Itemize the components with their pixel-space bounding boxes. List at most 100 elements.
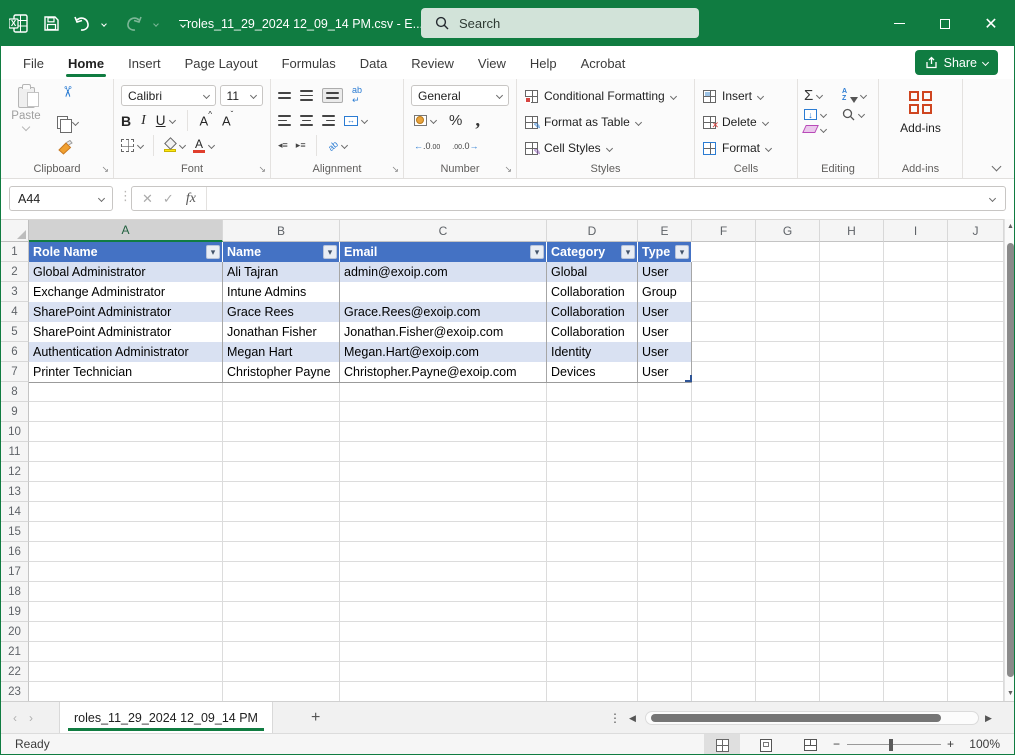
- align-right-icon[interactable]: [322, 115, 335, 125]
- middle-align-icon[interactable]: [300, 90, 313, 100]
- accounting-format-button[interactable]: [414, 115, 436, 126]
- row-header-18[interactable]: 18: [1, 582, 29, 602]
- undo-icon[interactable]: [67, 1, 97, 46]
- cell[interactable]: User: [638, 322, 692, 342]
- filter-button[interactable]: ▾: [323, 245, 337, 259]
- ribbon-tab-review[interactable]: Review: [407, 49, 458, 77]
- row-header-8[interactable]: 8: [1, 382, 29, 402]
- select-all-corner[interactable]: [1, 220, 29, 242]
- ribbon-tab-file[interactable]: File: [19, 49, 48, 77]
- close-icon[interactable]: ✕: [968, 1, 1014, 46]
- percent-style-icon[interactable]: %: [449, 112, 462, 129]
- ribbon-tab-acrobat[interactable]: Acrobat: [577, 49, 630, 77]
- cell[interactable]: Grace Rees: [223, 302, 340, 322]
- increase-decimal-icon[interactable]: ←←.00.0.00: [414, 141, 440, 151]
- sort-filter-button[interactable]: AZ: [842, 88, 872, 103]
- column-header-I[interactable]: I: [884, 220, 948, 242]
- font-size-select[interactable]: 11: [220, 85, 263, 106]
- redo-icon[interactable]: [119, 1, 149, 46]
- cell[interactable]: Grace.Rees@exoip.com: [340, 302, 547, 322]
- decrease-decimal-icon[interactable]: .00.0→: [452, 141, 478, 151]
- column-header-B[interactable]: B: [223, 220, 340, 242]
- decrease-font-size-button[interactable]: Aˇ: [222, 113, 233, 128]
- comma-style-icon[interactable]: ,: [475, 116, 480, 126]
- cell[interactable]: Christopher Payne: [223, 362, 340, 382]
- column-header-E[interactable]: E: [638, 220, 692, 242]
- row-header-15[interactable]: 15: [1, 522, 29, 542]
- column-header-J[interactable]: J: [948, 220, 1004, 242]
- cell[interactable]: Collaboration: [547, 302, 638, 322]
- decrease-indent-icon[interactable]: ◂≡: [278, 140, 287, 151]
- row-header-7[interactable]: 7: [1, 362, 29, 382]
- zoom-in-button[interactable]: +: [947, 737, 954, 751]
- cancel-icon[interactable]: ✕: [142, 191, 153, 207]
- wrap-text-icon[interactable]: ab↵: [352, 85, 362, 106]
- zoom-slider-handle[interactable]: [889, 739, 893, 751]
- column-header-H[interactable]: H: [820, 220, 884, 242]
- sheet-tab[interactable]: roles_11_29_2024 12_09_14 PM: [59, 702, 273, 733]
- conditional-formatting-button[interactable]: Conditional Formatting: [521, 83, 690, 109]
- align-left-icon[interactable]: [278, 115, 291, 125]
- save-icon[interactable]: [35, 1, 67, 46]
- minimize-icon[interactable]: [876, 1, 922, 46]
- row-header-21[interactable]: 21: [1, 642, 29, 662]
- view-page-break-button[interactable]: [792, 734, 828, 755]
- row-header-11[interactable]: 11: [1, 442, 29, 462]
- dialog-launcher-icon[interactable]: ↘: [258, 164, 266, 175]
- cell[interactable]: User: [638, 362, 692, 382]
- find-select-button[interactable]: [842, 108, 872, 121]
- cell[interactable]: Christopher.Payne@exoip.com: [340, 362, 547, 382]
- row-header-20[interactable]: 20: [1, 622, 29, 642]
- filter-button[interactable]: ▾: [675, 245, 689, 259]
- filter-button[interactable]: ▾: [206, 245, 220, 259]
- next-sheet-icon[interactable]: ›: [29, 711, 45, 725]
- filter-button[interactable]: ▾: [621, 245, 635, 259]
- row-header-4[interactable]: 4: [1, 302, 29, 322]
- scroll-left-icon[interactable]: ◀: [629, 711, 636, 725]
- horizontal-scrollbar[interactable]: [645, 711, 979, 725]
- cell[interactable]: Megan.Hart@exoip.com: [340, 342, 547, 362]
- row-header-22[interactable]: 22: [1, 662, 29, 682]
- merge-center-button[interactable]: ↔: [344, 116, 367, 126]
- scroll-right-icon[interactable]: ▶: [985, 711, 992, 725]
- delete-cells-button[interactable]: ✕ Delete: [699, 109, 793, 135]
- row-header-17[interactable]: 17: [1, 562, 29, 582]
- ribbon-tab-insert[interactable]: Insert: [124, 49, 165, 77]
- excel-app-icon[interactable]: X: [1, 1, 35, 46]
- share-button[interactable]: Share: [915, 50, 998, 75]
- dialog-launcher-icon[interactable]: ↘: [504, 164, 512, 175]
- cell[interactable]: Ali Tajran: [223, 262, 340, 282]
- row-header-1[interactable]: 1: [1, 242, 29, 262]
- table-header-cell-name[interactable]: Name▾: [223, 242, 340, 262]
- cell[interactable]: Jonathan Fisher: [223, 322, 340, 342]
- cell[interactable]: Exchange Administrator: [29, 282, 223, 302]
- clear-button[interactable]: [804, 125, 832, 133]
- cell[interactable]: Authentication Administrator: [29, 342, 223, 362]
- ribbon-tab-home[interactable]: Home: [64, 49, 108, 77]
- bottom-align-icon[interactable]: [322, 88, 343, 102]
- new-sheet-button[interactable]: +: [273, 709, 320, 727]
- cell[interactable]: Printer Technician: [29, 362, 223, 382]
- ribbon-tab-help[interactable]: Help: [526, 49, 561, 77]
- row-header-2[interactable]: 2: [1, 262, 29, 282]
- borders-icon[interactable]: [121, 139, 134, 152]
- top-align-icon[interactable]: [278, 92, 291, 98]
- cell[interactable]: Collaboration: [547, 322, 638, 342]
- cell[interactable]: admin@exoip.com: [340, 262, 547, 282]
- ribbon-tab-formulas[interactable]: Formulas: [278, 49, 340, 77]
- search-input[interactable]: Search: [421, 8, 699, 38]
- cell[interactable]: Megan Hart: [223, 342, 340, 362]
- copy-icon[interactable]: [57, 116, 68, 129]
- underline-button[interactable]: U: [156, 113, 166, 128]
- cell-styles-button[interactable]: ✎ Cell Styles: [521, 135, 690, 161]
- table-header-cell-category[interactable]: Category▾: [547, 242, 638, 262]
- scroll-down-icon[interactable]: ▼: [1005, 690, 1015, 697]
- horizontal-scroll-thumb[interactable]: [651, 714, 941, 722]
- cell[interactable]: Global: [547, 262, 638, 282]
- table-header-cell-role-name[interactable]: Role Name▾: [29, 242, 223, 262]
- ribbon-tab-data[interactable]: Data: [356, 49, 391, 77]
- format-as-table-button[interactable]: ✎ Format as Table: [521, 109, 690, 135]
- collapse-ribbon-icon[interactable]: [992, 162, 1002, 172]
- formula-input[interactable]: [207, 187, 990, 210]
- ribbon-tab-page-layout[interactable]: Page Layout: [181, 49, 262, 77]
